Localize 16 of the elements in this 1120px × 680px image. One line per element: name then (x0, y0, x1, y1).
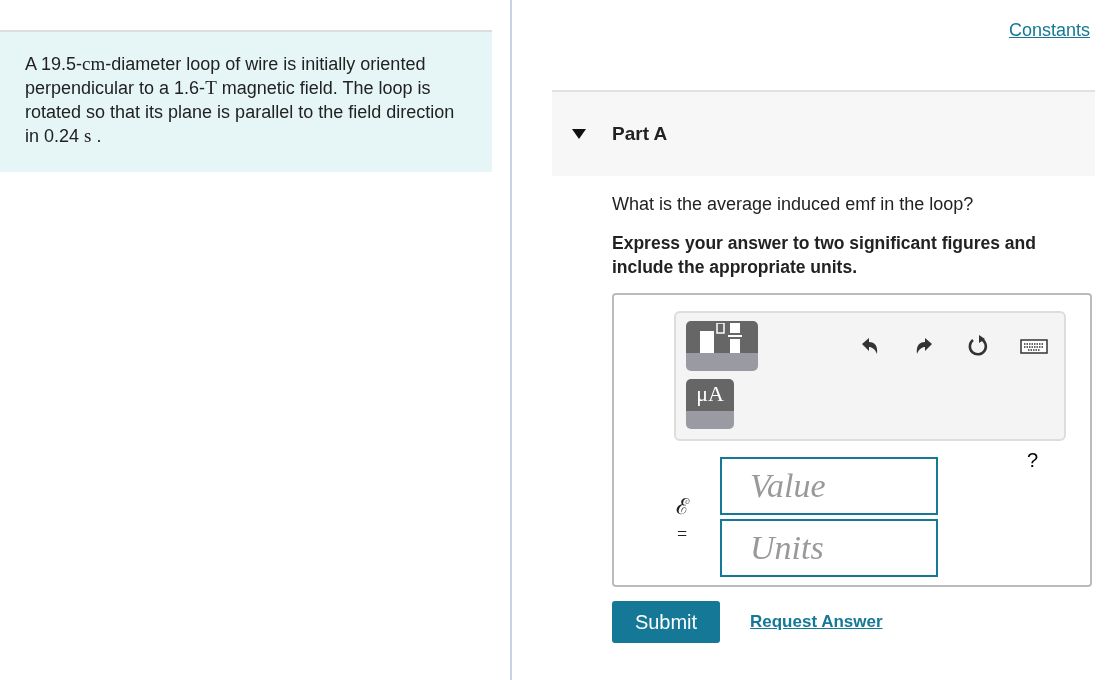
help-button[interactable]: ? (1026, 449, 1038, 472)
emf-symbol: ℰ (675, 492, 689, 520)
question-text: What is the average induced emf in the loop? (612, 194, 975, 215)
part-header[interactable]: Part A (552, 90, 1095, 176)
equals-sign: = (676, 523, 688, 545)
submit-button[interactable]: Submit (612, 601, 720, 643)
instruction-text: Express your answer to two significant figures and include the appropriate units. (612, 232, 1037, 279)
request-answer-link[interactable]: Request Answer (750, 612, 883, 632)
constants-link[interactable]: Constants (1008, 20, 1090, 58)
reset-icon[interactable] (966, 334, 990, 358)
units-button[interactable]: μA (686, 379, 734, 429)
part-title: Part A (612, 123, 668, 145)
value-field[interactable]: Value (720, 457, 938, 515)
template-button[interactable] (686, 321, 758, 371)
units-field[interactable]: Units (720, 519, 938, 577)
problem-text: A 19.5-cm-diameter loop of wire is initially oriented perpendicular to a 1.6-T magnetic field. The loop is rotated so that its plane is parallel to the field direction in 0.24 s . (0, 30, 492, 172)
